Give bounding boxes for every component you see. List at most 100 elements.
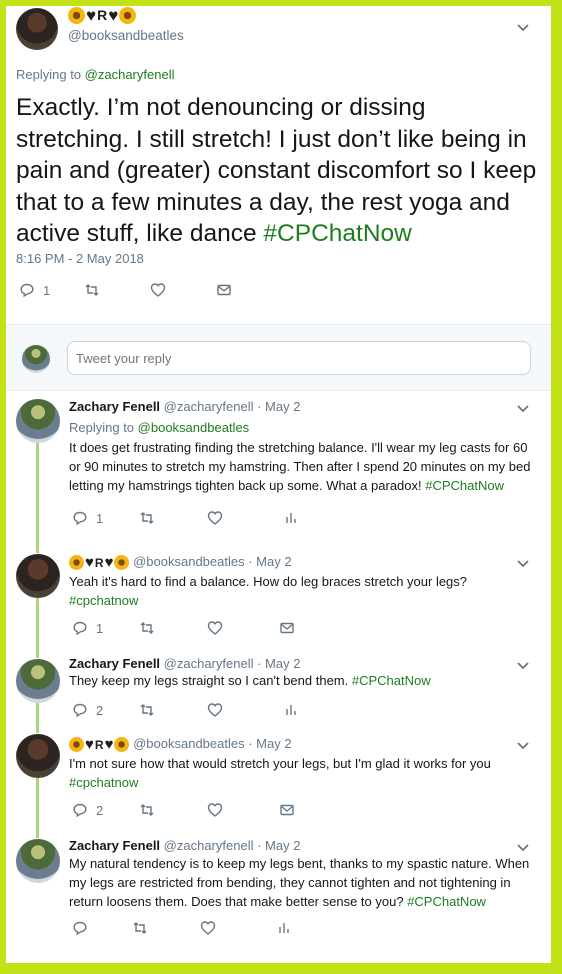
avatar[interactable] bbox=[16, 839, 60, 883]
retweet-button[interactable] bbox=[84, 282, 100, 298]
letter-r-icon: R bbox=[97, 7, 108, 24]
tweet-date[interactable]: · May 2 bbox=[257, 656, 300, 671]
avatar[interactable] bbox=[16, 399, 60, 443]
retweet-arrows-icon bbox=[140, 622, 154, 634]
replying-to: Replying to @zacharyfenell bbox=[16, 67, 174, 82]
reply-button[interactable]: 1 bbox=[72, 510, 103, 526]
avatar[interactable] bbox=[16, 659, 60, 703]
author-handle[interactable]: @zacharyfenell bbox=[164, 656, 254, 671]
reply-button[interactable]: 1 bbox=[72, 620, 103, 636]
analytics-button[interactable] bbox=[283, 510, 299, 526]
hashtag-link[interactable]: #CPChatNow bbox=[352, 673, 431, 688]
tweet-body: They keep my legs straight so I can't be… bbox=[69, 673, 352, 688]
thread-connector-line bbox=[36, 778, 39, 838]
reply-button[interactable]: 2 bbox=[72, 802, 103, 818]
author-handle[interactable]: @booksandbeatles bbox=[133, 554, 245, 569]
tweet-actions bbox=[72, 920, 292, 936]
author-handle[interactable]: @zacharyfenell bbox=[164, 399, 254, 414]
emoji-display-name[interactable]: ♥ R ♥ bbox=[69, 736, 130, 754]
tweet-date[interactable]: · May 2 bbox=[257, 838, 300, 853]
speech-bubble-icon bbox=[73, 921, 87, 936]
avatar[interactable] bbox=[16, 554, 60, 598]
tweet-timestamp[interactable]: 8:16 PM - 2 May 2018 bbox=[16, 251, 144, 266]
reply-composer bbox=[6, 324, 551, 391]
sunflower-icon bbox=[68, 6, 85, 24]
black-heart-icon: ♥ bbox=[104, 736, 114, 754]
retweet-arrows-icon bbox=[140, 804, 154, 816]
speech-bubble-icon bbox=[73, 703, 87, 718]
hashtag-link[interactable]: #CPChatNow bbox=[425, 478, 504, 493]
retweet-button[interactable] bbox=[139, 620, 155, 636]
tweet-date[interactable]: · May 2 bbox=[248, 554, 291, 569]
replying-to-link[interactable]: @booksandbeatles bbox=[138, 420, 250, 435]
retweet-arrows-icon bbox=[140, 704, 154, 716]
avatar[interactable] bbox=[16, 734, 60, 778]
author-handle[interactable]: @zacharyfenell bbox=[164, 838, 254, 853]
emoji-display-name[interactable]: ♥ R ♥ bbox=[69, 554, 130, 572]
retweet-button[interactable] bbox=[139, 802, 155, 818]
speech-bubble-icon bbox=[73, 803, 87, 818]
chevron-down-icon[interactable] bbox=[516, 401, 530, 417]
analytics-button[interactable] bbox=[283, 702, 299, 718]
speech-bubble-icon bbox=[73, 621, 87, 636]
hashtag-link[interactable]: #CPChatNow bbox=[263, 220, 411, 247]
tweet-actions: 1 bbox=[72, 510, 299, 526]
like-button[interactable] bbox=[207, 802, 223, 818]
sunflower-icon bbox=[69, 737, 84, 753]
like-button[interactable] bbox=[207, 510, 223, 526]
retweet-button[interactable] bbox=[132, 920, 148, 936]
like-button[interactable] bbox=[207, 620, 223, 636]
thread-connector-line bbox=[36, 598, 39, 658]
hashtag-link[interactable]: #cpchatnow bbox=[69, 593, 138, 608]
tweet-actions: 1 bbox=[72, 620, 295, 636]
direct-message-button[interactable] bbox=[279, 802, 295, 818]
envelope-icon bbox=[217, 284, 231, 296]
letter-r-icon: R bbox=[94, 555, 104, 570]
retweet-button[interactable] bbox=[139, 702, 155, 718]
hashtag-link[interactable]: #cpchatnow bbox=[69, 775, 138, 790]
chevron-down-icon[interactable] bbox=[516, 556, 530, 572]
black-heart-icon: ♥ bbox=[85, 554, 94, 572]
direct-message-button[interactable] bbox=[279, 620, 295, 636]
emoji-display-name[interactable]: ♥ R ♥ bbox=[68, 6, 137, 24]
author-handle[interactable]: @booksandbeatles bbox=[68, 28, 184, 43]
tweet-text: Exactly. I’m not denouncing or dissing s… bbox=[16, 92, 541, 250]
avatar[interactable] bbox=[16, 8, 58, 50]
like-button[interactable] bbox=[150, 282, 166, 298]
chevron-down-icon[interactable] bbox=[516, 20, 530, 36]
sunflower-icon bbox=[114, 555, 130, 571]
chevron-down-icon[interactable] bbox=[516, 738, 530, 754]
avatar bbox=[22, 345, 50, 373]
main-tweet: ♥ R ♥ @booksandbeatles Replying to @zach… bbox=[6, 6, 551, 324]
like-button[interactable] bbox=[200, 920, 216, 936]
bar-chart-icon bbox=[286, 705, 296, 715]
tweet-text: My natural tendency is to keep my legs b… bbox=[69, 854, 537, 911]
black-heart-icon: ♥ bbox=[104, 554, 114, 572]
display-name[interactable]: Zachary Fenell bbox=[69, 656, 160, 671]
replying-to-link[interactable]: @zacharyfenell bbox=[85, 67, 175, 82]
retweet-button[interactable] bbox=[139, 510, 155, 526]
author-handle[interactable]: @booksandbeatles bbox=[133, 736, 245, 751]
reply-count: 2 bbox=[96, 702, 104, 718]
tweet-text: I'm not sure how that would stretch your… bbox=[69, 754, 537, 792]
direct-message-button[interactable] bbox=[216, 282, 232, 298]
envelope-icon bbox=[280, 804, 294, 816]
analytics-button[interactable] bbox=[276, 920, 292, 936]
tweet-date[interactable]: · May 2 bbox=[257, 399, 300, 414]
display-name[interactable]: Zachary Fenell bbox=[69, 838, 160, 853]
hashtag-link[interactable]: #CPChatNow bbox=[407, 894, 486, 909]
tweet-date[interactable]: · May 2 bbox=[248, 736, 291, 751]
heart-outline-icon bbox=[151, 283, 166, 297]
reply-button[interactable]: 2 bbox=[72, 702, 103, 718]
heart-outline-icon bbox=[208, 703, 223, 717]
tweet-thread-panel: ♥ R ♥ @booksandbeatles Replying to @zach… bbox=[6, 6, 551, 963]
reply-button[interactable]: 1 bbox=[19, 282, 50, 298]
bar-chart-icon bbox=[286, 513, 296, 523]
reply-input[interactable] bbox=[67, 341, 531, 375]
display-name[interactable]: Zachary Fenell bbox=[69, 399, 160, 414]
reply-button[interactable] bbox=[72, 920, 96, 936]
heart-outline-icon bbox=[208, 511, 223, 525]
like-button[interactable] bbox=[207, 702, 223, 718]
author-name-row: Zachary Fenell @zacharyfenell · May 2 bbox=[69, 838, 300, 853]
heart-outline-icon bbox=[208, 621, 223, 635]
